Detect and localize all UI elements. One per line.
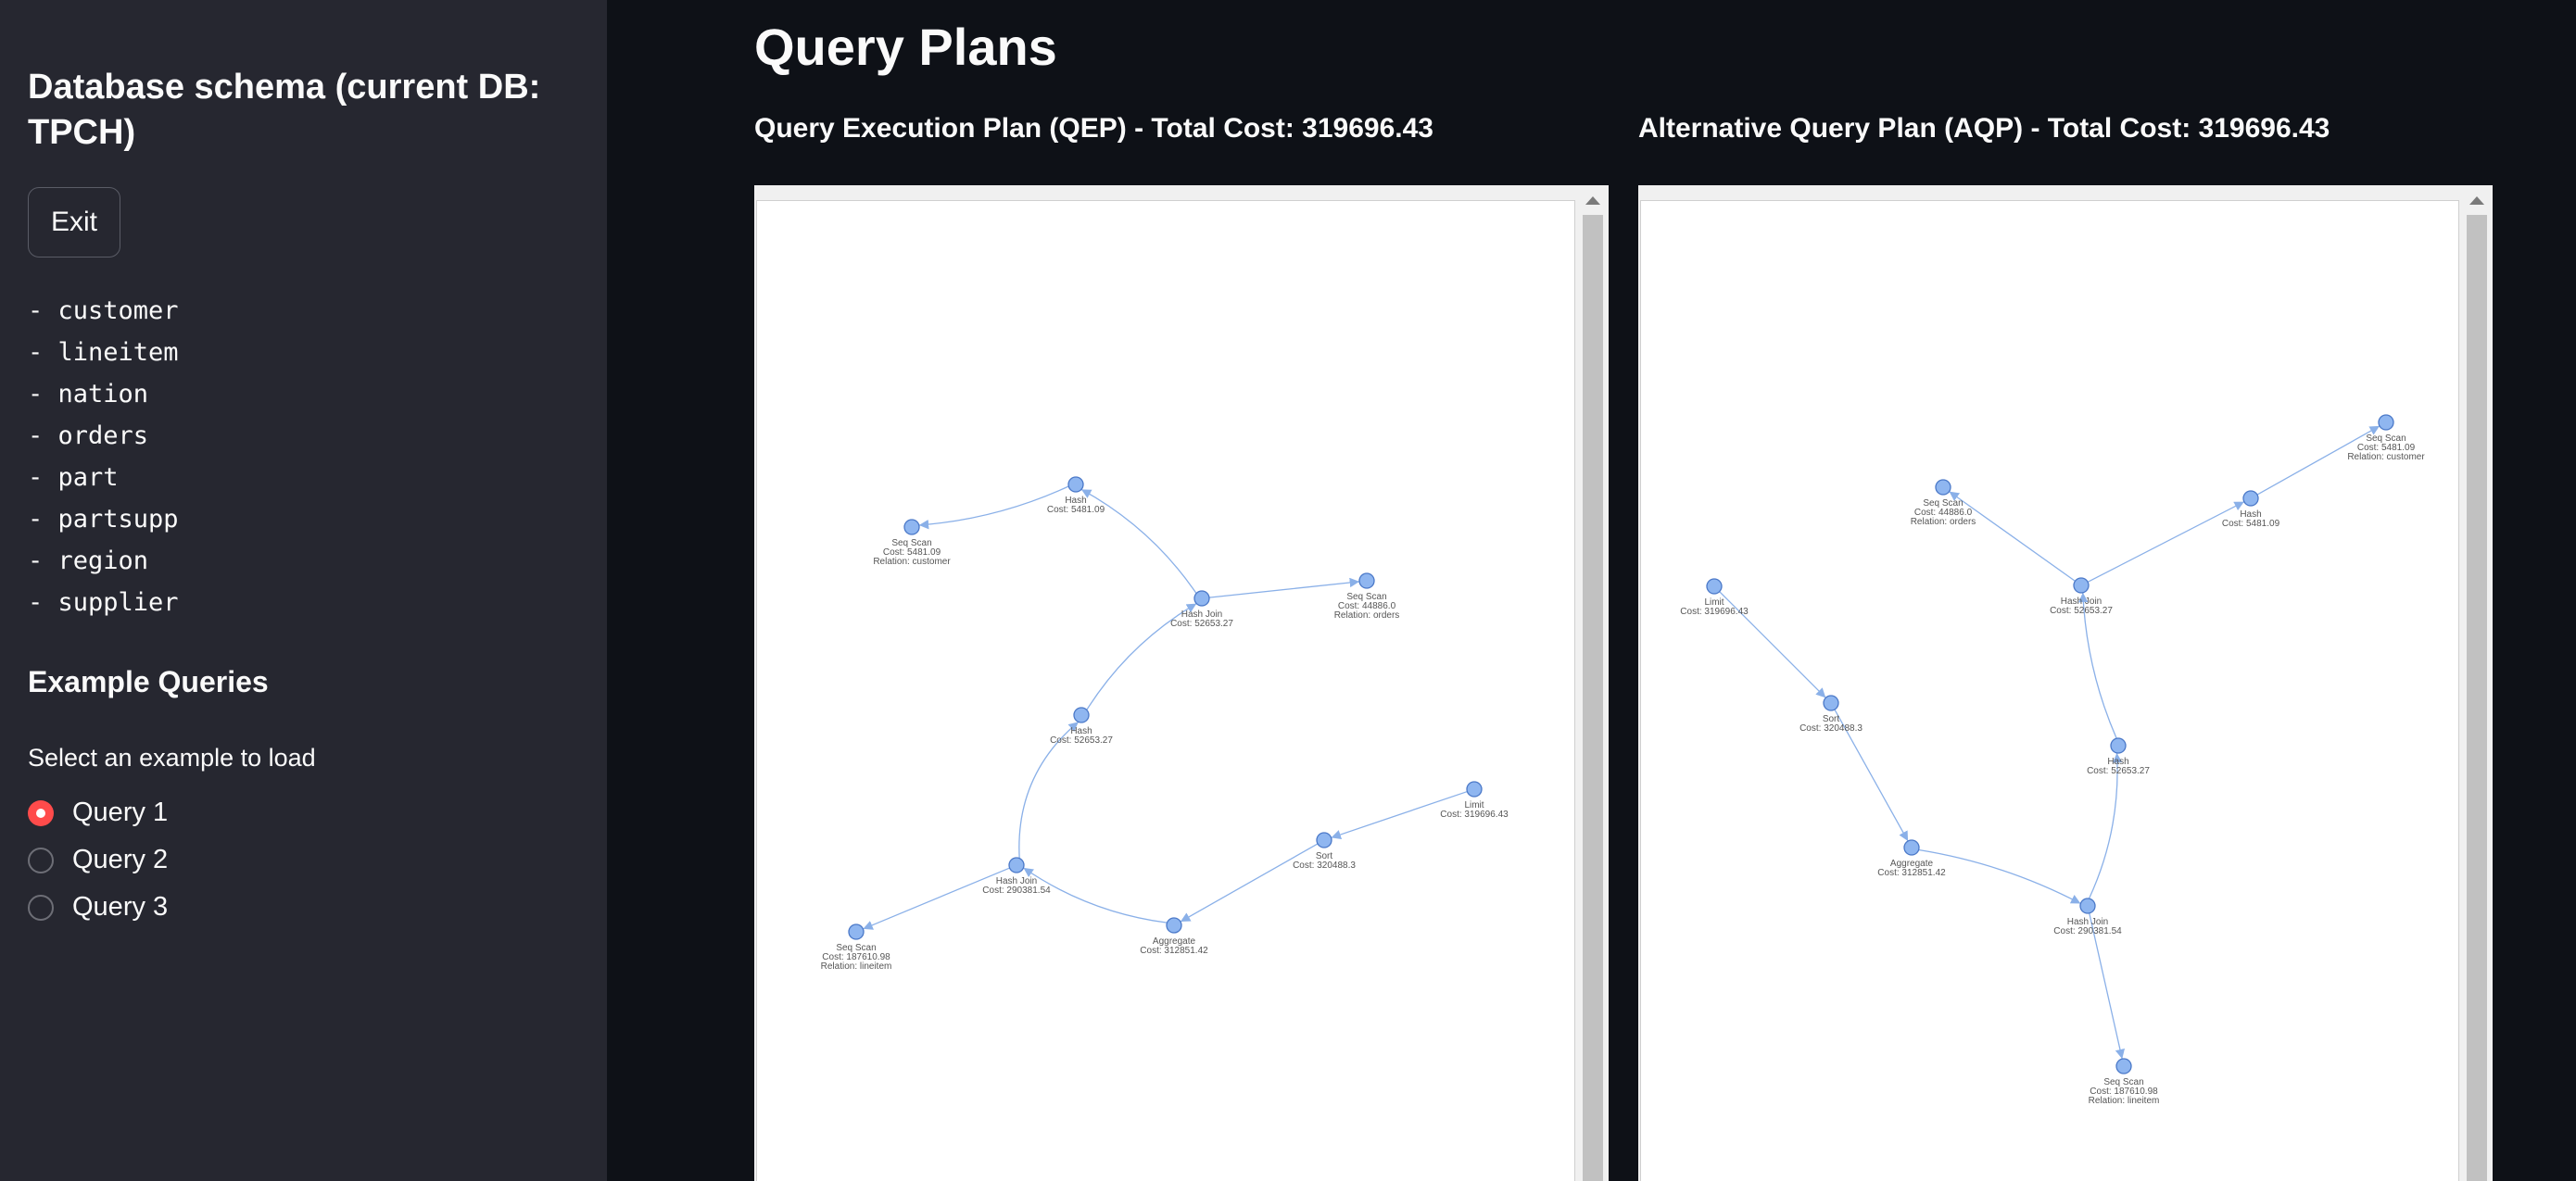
qep-title: Query Execution Plan (QEP) - Total Cost:… bbox=[754, 113, 1433, 144]
plan-node[interactable]: Seq ScanCost: 44886.0Relation: orders bbox=[1334, 572, 1400, 621]
page-title: Query Plans bbox=[754, 18, 1057, 76]
plan-node-label: Cost: 319696.43 bbox=[1680, 607, 1749, 617]
aqp-graph-frame[interactable]: Limit Cost: 319696.43 Sort Cost: 320488.3 Ag… bbox=[1638, 185, 2493, 1181]
plan-node[interactable]: Hash JoinCost: 290381.54 bbox=[982, 857, 1051, 896]
scroll-up-icon[interactable] bbox=[1585, 196, 1600, 205]
qep-graph-frame[interactable]: Limit Cost: 319696.43 Sort Cost: 320488.3 Ag… bbox=[754, 185, 1609, 1181]
plan-node[interactable]: LimitCost: 319696.43 bbox=[1680, 578, 1749, 617]
radio-option-query-1[interactable]: Query 1 bbox=[28, 789, 168, 836]
aqp-title: Alternative Query Plan (AQP) - Total Cos… bbox=[1638, 113, 2330, 144]
aqp-scrollbar[interactable] bbox=[2461, 185, 2493, 1181]
qep-scrollbar[interactable] bbox=[1577, 185, 1609, 1181]
plan-node-label: Cost: 5481.09 bbox=[1047, 505, 1105, 515]
plan-node[interactable]: LimitCost: 319696.43 bbox=[1440, 781, 1509, 820]
schema-title: Database schema (current DB: TPCH) bbox=[28, 68, 541, 152]
table-item-supplier: - supplier bbox=[28, 588, 179, 617]
plan-node[interactable]: SortCost: 320488.3 bbox=[1799, 695, 1863, 734]
scroll-up-icon[interactable] bbox=[2469, 196, 2484, 205]
plan-node[interactable]: HashCost: 5481.09 bbox=[2222, 490, 2280, 529]
plan-edge bbox=[1949, 491, 2076, 582]
plan-node[interactable]: AggregateCost: 312851.42 bbox=[1140, 917, 1208, 956]
qep-graph-canvas[interactable]: Limit Cost: 319696.43 Sort Cost: 320488.3 Ag… bbox=[756, 200, 1575, 1181]
sidebar: Database schema (current DB: TPCH) Exit … bbox=[0, 0, 607, 1181]
plan-node-label: Cost: 52653.27 bbox=[1050, 735, 1113, 746]
plan-node[interactable]: Hash JoinCost: 52653.27 bbox=[2050, 577, 2113, 616]
plan-node-label: Cost: 312851.42 bbox=[1877, 868, 1946, 878]
radio-group-label: Select an example to load bbox=[28, 744, 316, 772]
radio-option-label: Query 3 bbox=[72, 892, 169, 922]
plan-edge bbox=[1180, 843, 1319, 923]
plan-node[interactable]: HashCost: 52653.27 bbox=[1050, 707, 1113, 746]
aqp-graph-svg[interactable]: LimitCost: 319696.43 SortCost: 320488.3 Ag… bbox=[1641, 201, 2458, 1181]
plan-edge bbox=[863, 867, 1010, 930]
radio-selected-icon[interactable] bbox=[28, 799, 54, 826]
plan-node-label: Relation: orders bbox=[1334, 610, 1400, 621]
plan-node-label: Cost: 320488.3 bbox=[1799, 723, 1863, 734]
radio-option-label: Query 1 bbox=[72, 798, 169, 827]
plan-node-label: Cost: 320488.3 bbox=[1293, 861, 1356, 871]
table-item-customer: - customer bbox=[28, 296, 179, 325]
plan-node-label: Cost: 5481.09 bbox=[2222, 519, 2280, 529]
plan-node-label: Relation: orders bbox=[1911, 517, 1976, 527]
table-item-part: - part bbox=[28, 463, 119, 492]
radio-unselected-icon[interactable] bbox=[28, 894, 54, 921]
plan-node-label: Cost: 52653.27 bbox=[2050, 606, 2113, 616]
plan-edge bbox=[2087, 501, 2245, 583]
qep-graph-svg[interactable]: LimitCost: 319696.43 SortCost: 320488.3 Ag… bbox=[757, 201, 1574, 1181]
plan-node[interactable]: Seq ScanCost: 5481.09Relation: customer bbox=[2347, 414, 2425, 462]
table-list: - customer - lineitem - nation - orders … bbox=[28, 290, 179, 623]
radio-option-query-3[interactable]: Query 3 bbox=[28, 884, 168, 931]
plan-node[interactable]: HashCost: 52653.27 bbox=[2087, 737, 2150, 776]
plan-node[interactable]: Seq ScanCost: 187610.98Relation: lineite… bbox=[2089, 1058, 2160, 1106]
plan-node[interactable]: Hash JoinCost: 290381.54 bbox=[2053, 898, 2122, 936]
plan-node[interactable]: Hash JoinCost: 52653.27 bbox=[1170, 590, 1233, 629]
exit-button[interactable]: Exit bbox=[28, 187, 120, 258]
plan-node[interactable]: HashCost: 5481.09 bbox=[1047, 476, 1105, 515]
example-queries-heading: Example Queries bbox=[28, 665, 269, 698]
radio-option-label: Query 2 bbox=[72, 845, 169, 874]
plan-node-label: Cost: 312851.42 bbox=[1140, 946, 1208, 956]
table-item-partsupp: - partsupp bbox=[28, 505, 179, 534]
plan-node[interactable]: SortCost: 320488.3 bbox=[1293, 832, 1356, 871]
plan-node-label: Cost: 290381.54 bbox=[982, 886, 1051, 896]
plan-node-label: Cost: 52653.27 bbox=[2087, 766, 2150, 776]
plan-node[interactable]: AggregateCost: 312851.42 bbox=[1877, 839, 1946, 878]
plan-node-label: Relation: customer bbox=[2347, 452, 2425, 462]
plan-node-label: Cost: 319696.43 bbox=[1440, 810, 1509, 820]
table-item-region: - region bbox=[28, 547, 149, 575]
plan-edge bbox=[1208, 577, 1360, 598]
scrollbar-thumb[interactable] bbox=[1583, 215, 1603, 1181]
radio-unselected-icon[interactable] bbox=[28, 847, 54, 873]
plan-node-label: Cost: 290381.54 bbox=[2053, 926, 2122, 936]
table-item-orders: - orders bbox=[28, 421, 149, 450]
radio-option-query-2[interactable]: Query 2 bbox=[28, 836, 168, 884]
plan-node-label: Relation: lineitem bbox=[821, 961, 892, 972]
query-radio-group: Query 1 Query 2 Query 3 bbox=[28, 789, 168, 931]
plan-node-label: Cost: 52653.27 bbox=[1170, 619, 1233, 629]
scrollbar-thumb[interactable] bbox=[2467, 215, 2487, 1181]
table-item-nation: - nation bbox=[28, 380, 149, 408]
aqp-graph-canvas[interactable]: Limit Cost: 319696.43 Sort Cost: 320488.3 Ag… bbox=[1640, 200, 2459, 1181]
plan-node-label: Relation: lineitem bbox=[2089, 1096, 2160, 1106]
plan-node[interactable]: Seq ScanCost: 187610.98Relation: lineite… bbox=[821, 923, 892, 972]
plan-node[interactable]: Seq ScanCost: 5481.09Relation: customer bbox=[873, 519, 951, 567]
plan-node-label: Relation: customer bbox=[873, 557, 951, 567]
table-item-lineitem: - lineitem bbox=[28, 338, 179, 367]
